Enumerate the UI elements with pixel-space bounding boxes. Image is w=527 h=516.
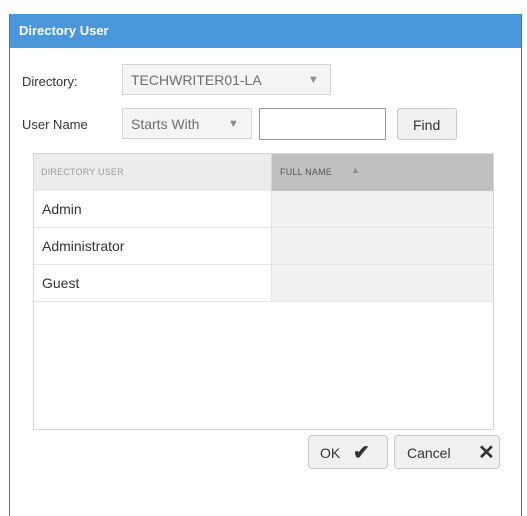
find-button[interactable]: Find <box>397 108 457 140</box>
table-row[interactable]: Administrator <box>34 228 493 265</box>
username-input[interactable] <box>259 108 386 140</box>
username-label: User Name <box>22 117 88 132</box>
cell-full-name <box>272 265 493 301</box>
table-row[interactable]: Guest <box>34 265 493 302</box>
sort-ascending-icon: ▲ <box>351 165 360 175</box>
chevron-down-icon: ▼ <box>228 118 239 130</box>
find-button-label: Find <box>413 117 441 133</box>
grid-header: DIRECTORY USER FULL NAME ▲ <box>34 154 493 191</box>
chevron-down-icon: ▼ <box>308 74 319 86</box>
cell-directory-user: Admin <box>42 201 82 217</box>
cell-directory-user: Administrator <box>42 238 125 254</box>
column-header-label: DIRECTORY USER <box>41 167 124 177</box>
directory-select[interactable]: TECHWRITER01-LA ▼ <box>122 64 331 95</box>
ok-button[interactable]: OK ✔ <box>308 435 388 469</box>
directory-user-grid[interactable]: DIRECTORY USER FULL NAME ▲ Admin Adminis… <box>33 153 494 430</box>
directory-user-dialog: Directory User Directory: TECHWRITER01-L… <box>9 14 522 516</box>
close-icon: ✕ <box>478 442 495 464</box>
column-header-directory-user[interactable]: DIRECTORY USER <box>34 154 272 191</box>
directory-select-value: TECHWRITER01-LA <box>131 72 262 88</box>
cell-directory-user: Guest <box>42 275 80 291</box>
dialog-title: Directory User <box>19 23 109 38</box>
cell-full-name <box>272 191 493 227</box>
match-mode-select[interactable]: Starts With ▼ <box>122 108 252 139</box>
match-mode-value: Starts With <box>131 116 200 132</box>
table-row[interactable]: Admin <box>34 191 493 228</box>
cell-full-name <box>272 228 493 264</box>
cancel-button-label: Cancel <box>407 445 451 461</box>
checkmark-icon: ✔ <box>353 442 370 464</box>
column-header-full-name[interactable]: FULL NAME ▲ <box>272 154 493 191</box>
ok-button-label: OK <box>320 445 341 461</box>
column-header-label: FULL NAME <box>280 167 332 177</box>
dialog-titlebar[interactable]: Directory User <box>10 14 521 48</box>
cancel-button[interactable]: Cancel ✕ <box>394 435 500 469</box>
directory-label: Directory: <box>22 74 78 89</box>
